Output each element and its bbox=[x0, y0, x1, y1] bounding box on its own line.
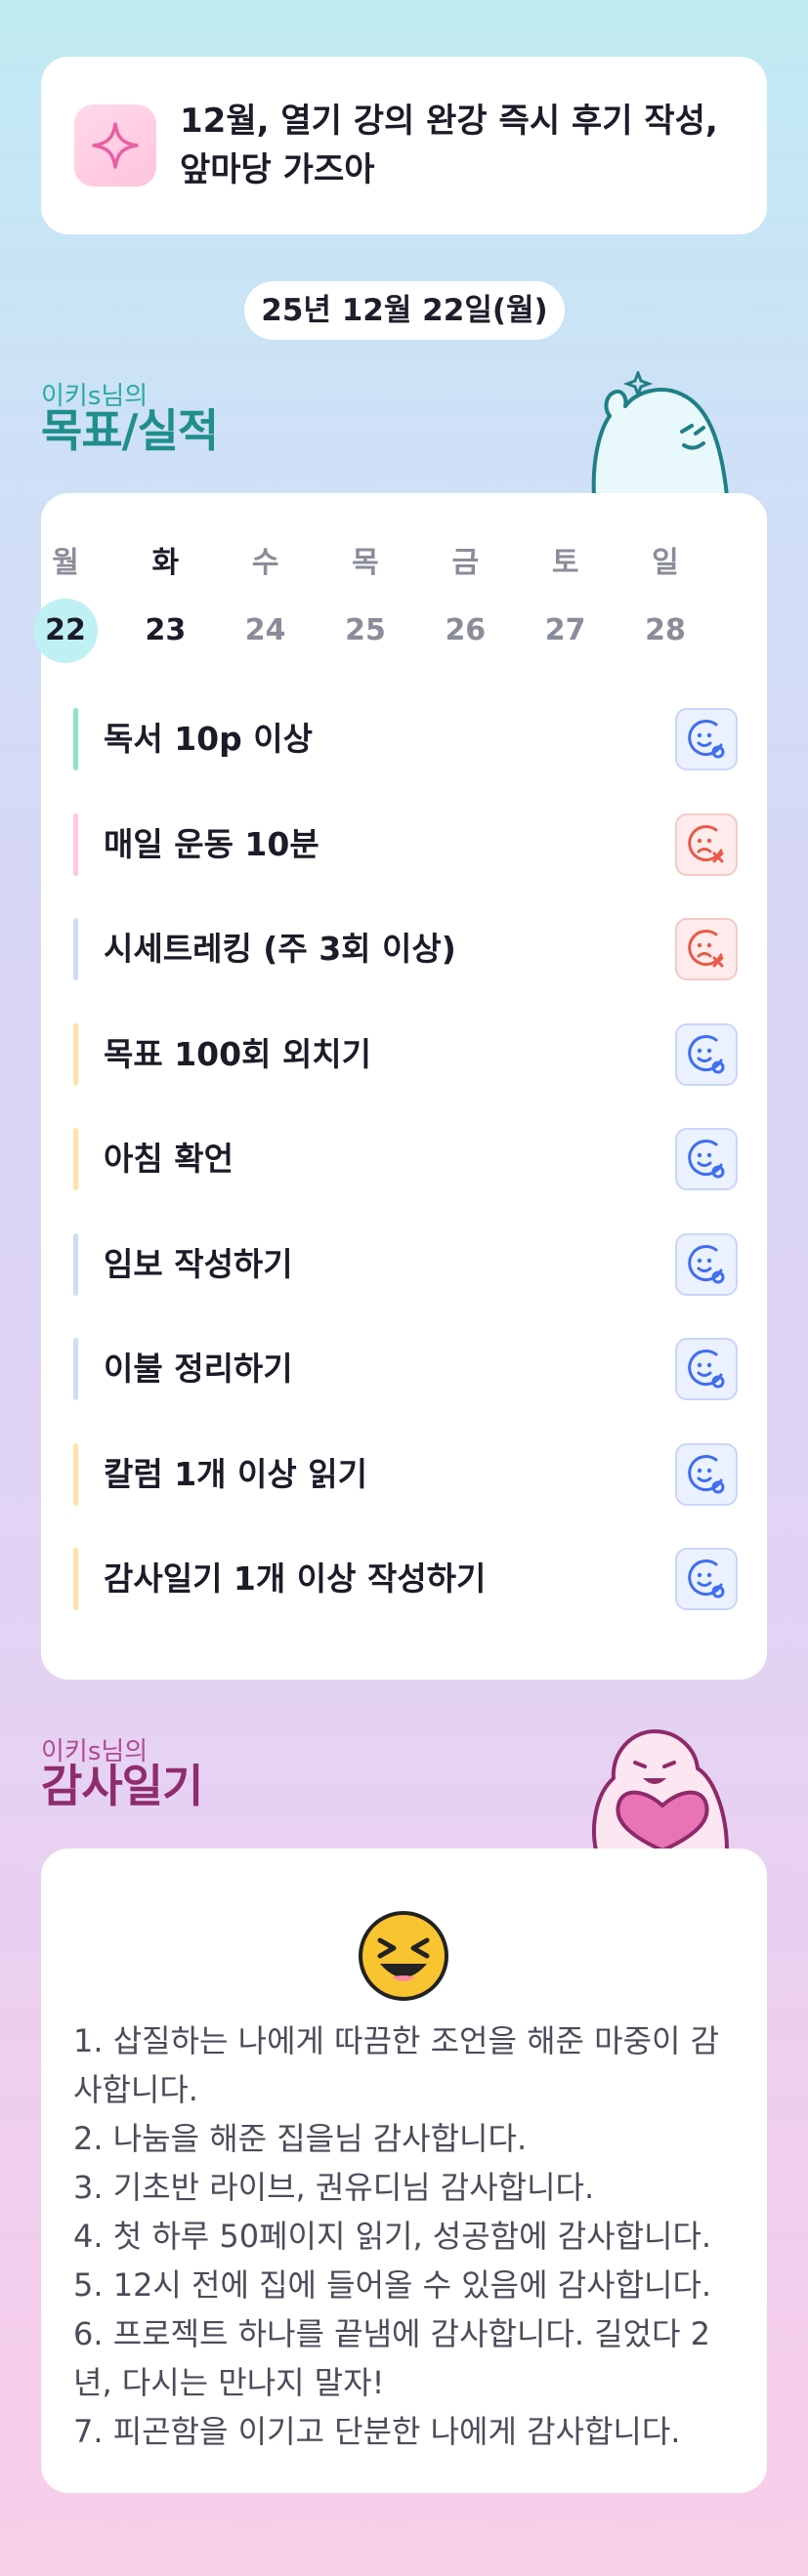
thanks-entry: 7. 피곤함을 이기고 단분한 나에게 감사합니다. bbox=[73, 2413, 681, 2450]
goal-item[interactable]: 칼럼 1개 이상 읽기 bbox=[73, 1442, 738, 1506]
goal-item[interactable]: 매일 운동 10분 bbox=[73, 812, 738, 876]
goal-label: 시세트레킹 (주 3회 이상) bbox=[104, 930, 456, 968]
success-status-icon[interactable] bbox=[675, 1022, 738, 1086]
goal-item[interactable]: 독서 10p 이상 bbox=[73, 708, 738, 770]
waving-mascot bbox=[584, 368, 741, 498]
laughing-emoji-icon bbox=[357, 1909, 450, 2007]
weekday-row: 월 화 수 목 금 토 일 bbox=[33, 539, 698, 588]
thanks-entry: 5. 12시 전에 집에 들어올 수 있음에 감사합니다. bbox=[73, 2266, 712, 2304]
thanks-title: 감사일기 bbox=[41, 1760, 203, 1812]
goal-label: 이불 정리하기 bbox=[104, 1350, 293, 1388]
goal-color-bar bbox=[73, 1128, 78, 1190]
date-cell[interactable]: 25 bbox=[333, 599, 398, 663]
thanks-entry: 1. 삽질하는 나에게 따끔한 조언을 해준 마중이 감사합니다. bbox=[73, 2022, 720, 2108]
weekday-tue: 화 bbox=[151, 546, 180, 580]
date-cell[interactable]: 26 bbox=[433, 599, 497, 663]
success-status-icon[interactable] bbox=[675, 1338, 738, 1400]
fail-status-icon[interactable] bbox=[675, 812, 738, 876]
goal-color-bar bbox=[73, 1548, 78, 1610]
weekday-fri: 금 bbox=[451, 546, 480, 580]
goals-title: 목표/실적 bbox=[41, 404, 219, 457]
goal-item[interactable]: 감사일기 1개 이상 작성하기 bbox=[73, 1548, 738, 1610]
goal-label: 매일 운동 10분 bbox=[104, 824, 319, 863]
date-cell[interactable]: 28 bbox=[633, 599, 698, 663]
goal-color-bar bbox=[73, 1442, 78, 1506]
success-status-icon[interactable] bbox=[675, 1442, 738, 1506]
goal-color-bar bbox=[73, 1232, 78, 1296]
goal-color-bar bbox=[73, 812, 78, 876]
goal-color-bar bbox=[73, 1022, 78, 1086]
weekday-wed: 수 bbox=[251, 546, 279, 580]
goal-label: 감사일기 1개 이상 작성하기 bbox=[104, 1559, 487, 1598]
date-selector[interactable]: 25년 12월 22일(월) bbox=[244, 281, 565, 340]
date-cell[interactable]: 27 bbox=[533, 599, 598, 663]
thanks-entry: 3. 기초반 라이브, 권유디님 감사합니다. bbox=[73, 2169, 595, 2206]
success-status-icon[interactable] bbox=[675, 1128, 738, 1190]
thanks-entry: 2. 나눔을 해준 집을님 감사합니다. bbox=[73, 2120, 528, 2157]
goal-color-bar bbox=[73, 1338, 78, 1400]
thanks-entry: 4. 첫 하루 50페이지 읽기, 성공함에 감사합니다. bbox=[73, 2218, 712, 2255]
goal-banner: 12월, 열기 강의 완강 즉시 후기 작성, 앞마당 가즈아 bbox=[41, 57, 767, 234]
weekday-sat: 토 bbox=[551, 546, 579, 580]
goal-label: 칼럼 1개 이상 읽기 bbox=[104, 1454, 367, 1493]
goal-item[interactable]: 시세트레킹 (주 3회 이상) bbox=[73, 918, 738, 980]
goal-item[interactable]: 아침 확언 bbox=[73, 1128, 738, 1190]
goal-label: 독서 10p 이상 bbox=[104, 720, 313, 758]
sparkle-icon bbox=[74, 104, 156, 187]
goal-label: 목표 100회 외치기 bbox=[104, 1034, 372, 1073]
goal-item[interactable]: 이불 정리하기 bbox=[73, 1338, 738, 1400]
date-cell[interactable]: 23 bbox=[133, 599, 197, 663]
success-status-icon[interactable] bbox=[675, 1232, 738, 1296]
date-row: 22 23 24 25 26 27 28 bbox=[33, 599, 698, 663]
date-cell[interactable]: 24 bbox=[234, 599, 298, 663]
weekday-sun: 일 bbox=[652, 546, 679, 580]
weekday-thu: 목 bbox=[352, 546, 379, 580]
goal-item[interactable]: 목표 100회 외치기 bbox=[73, 1022, 738, 1086]
goal-label: 아침 확언 bbox=[104, 1140, 234, 1178]
goal-item[interactable]: 임보 작성하기 bbox=[73, 1232, 738, 1296]
heart-mascot bbox=[584, 1724, 741, 1852]
weekday-mon: 월 bbox=[52, 546, 79, 580]
fail-status-icon[interactable] bbox=[675, 918, 738, 980]
goal-label: 임보 작성하기 bbox=[104, 1244, 293, 1283]
goal-color-bar bbox=[73, 918, 78, 980]
goal-color-bar bbox=[73, 708, 78, 770]
success-status-icon[interactable] bbox=[675, 1548, 738, 1610]
date-cell[interactable]: 22 bbox=[33, 599, 98, 663]
thanks-entry: 6. 프로젝트 하나를 끝냄에 감사합니다. 길었다 2년, 다시는 만나지 말… bbox=[73, 2315, 711, 2401]
banner-text: 12월, 열기 강의 완강 즉시 후기 작성, 앞마당 가즈아 bbox=[180, 102, 718, 189]
thanks-list: 1. 삽질하는 나에게 따끔한 조언을 해준 마중이 감사합니다. 2. 나눔을 … bbox=[73, 2016, 738, 2456]
success-status-icon[interactable] bbox=[675, 708, 738, 770]
